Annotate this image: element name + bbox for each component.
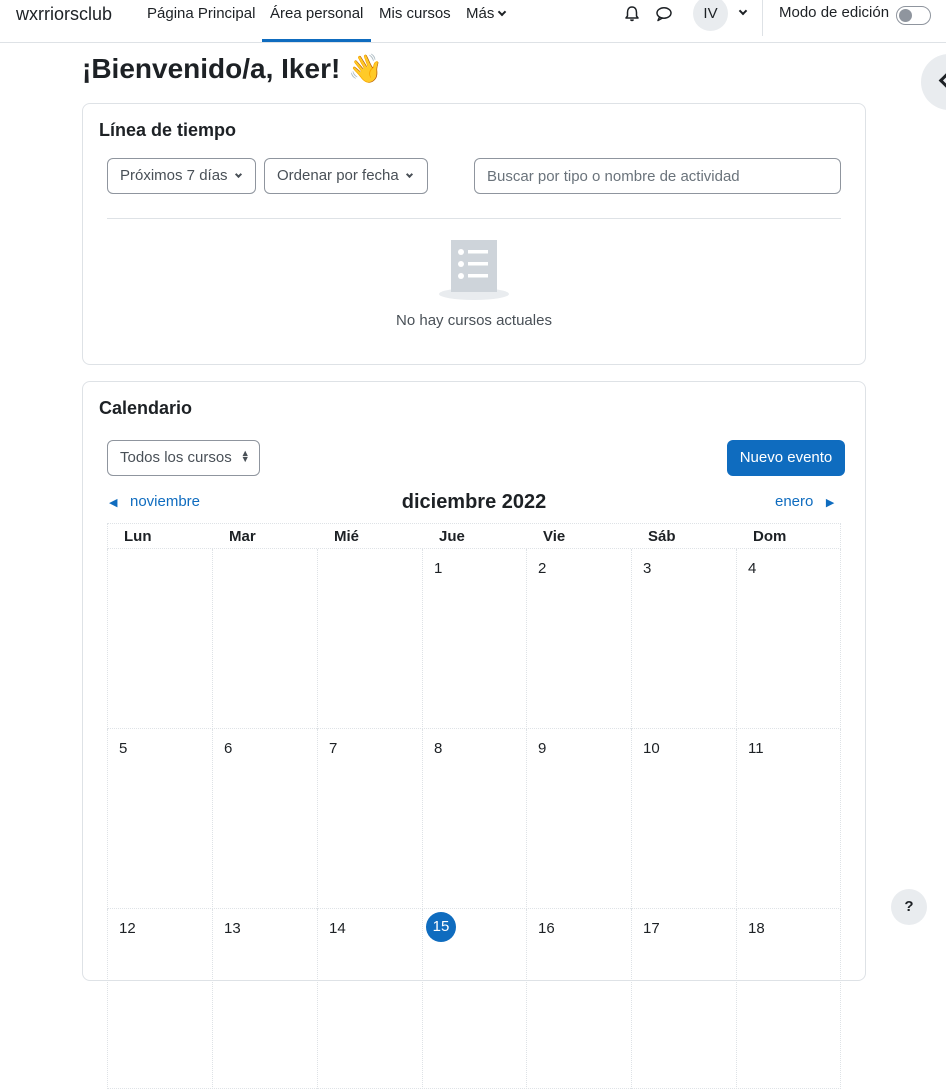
calendar-week-row: 1 2 3 4 <box>107 549 841 729</box>
calendar-day-cell[interactable]: 4 <box>736 549 841 729</box>
calendar-day-cell[interactable]: 17 <box>631 909 736 1089</box>
calendar-day-cell[interactable]: 1 <box>422 549 526 729</box>
chevron-down-icon[interactable] <box>738 6 748 16</box>
chevron-left-icon <box>938 72 946 89</box>
nav-item-my-courses[interactable]: Mis cursos <box>379 5 451 22</box>
day-number: 13 <box>224 920 241 937</box>
weekday-header: Jue <box>439 528 465 545</box>
open-drawer-button[interactable] <box>921 54 946 110</box>
calendar-day-cell[interactable]: 3 <box>631 549 736 729</box>
empty-state-message: No hay cursos actuales <box>396 312 552 329</box>
calendar-course-filter[interactable]: Todos los cursos ▲ ▼ <box>107 440 260 476</box>
top-navbar: wxrriorsclub Página Principal Área perso… <box>0 0 946 43</box>
calendar-day-cell[interactable]: 14 <box>317 909 422 1089</box>
calendar-day-cell[interactable] <box>107 549 212 729</box>
caret-right-icon: ▶ <box>825 497 835 509</box>
day-number: 9 <box>538 740 547 757</box>
day-number: 8 <box>434 740 443 757</box>
day-number: 18 <box>748 920 765 937</box>
timeline-search-input[interactable] <box>474 158 841 194</box>
nav-item-more-label: Más <box>466 5 495 22</box>
timeline-block: Línea de tiempo Próximos 7 días Ordenar … <box>82 103 866 365</box>
timeline-sort-label: Ordenar por fecha <box>277 167 399 184</box>
nav-item-dashboard[interactable]: Área personal <box>270 5 363 22</box>
chevron-down-icon <box>405 170 413 179</box>
edit-mode-label: Modo de edición <box>779 4 890 21</box>
calendar-day-cell[interactable]: 7 <box>317 729 422 909</box>
site-brand[interactable]: wxrriorsclub <box>16 4 112 25</box>
weekday-header: Sáb <box>648 528 676 545</box>
help-button[interactable]: ? <box>891 889 927 925</box>
empty-list-icon <box>439 240 509 300</box>
nav-item-more[interactable]: Más <box>466 5 507 22</box>
month-title: diciembre 2022 <box>401 491 547 513</box>
day-number: 3 <box>643 560 652 577</box>
calendar-day-cell[interactable]: 11 <box>736 729 841 909</box>
edit-mode-toggle[interactable] <box>896 6 931 25</box>
calendar-day-cell[interactable]: 12 <box>107 909 212 1089</box>
day-number: 4 <box>748 560 757 577</box>
calendar-day-cell[interactable]: 8 <box>422 729 526 909</box>
calendar-day-cell[interactable]: 9 <box>526 729 631 909</box>
timeline-sort-select[interactable]: Ordenar por fecha <box>264 158 428 194</box>
day-number: 2 <box>538 560 547 577</box>
divider <box>107 218 841 219</box>
calendar-day-cell[interactable] <box>212 549 317 729</box>
calendar-day-cell[interactable] <box>317 549 422 729</box>
calendar-day-cell[interactable]: 10 <box>631 729 736 909</box>
calendar-day-cell[interactable]: 6 <box>212 729 317 909</box>
calendar-course-filter-label: Todos los cursos <box>120 449 232 466</box>
sort-arrows-icon: ▲ ▼ <box>240 448 250 465</box>
calendar-weekday-header: Lun Mar Mié Jue Vie Sáb Dom <box>107 523 841 549</box>
day-number: 16 <box>538 920 555 937</box>
user-avatar[interactable]: IV <box>693 0 728 31</box>
weekday-header: Mié <box>334 528 360 545</box>
calendar-block: Calendario Todos los cursos ▲ ▼ Nuevo even… <box>82 381 866 1089</box>
calendar-day-cell[interactable]: 5 <box>107 729 212 909</box>
day-number: 6 <box>224 740 233 757</box>
day-number: 7 <box>329 740 338 757</box>
day-number: 17 <box>643 920 660 937</box>
calendar-day-cell[interactable]: 16 <box>526 909 631 1089</box>
weekday-header: Lun <box>124 528 152 545</box>
day-number: 10 <box>643 740 660 757</box>
chevron-down-icon <box>498 7 507 17</box>
new-event-button[interactable]: Nuevo evento <box>727 440 845 476</box>
calendar-day-cell[interactable]: 13 <box>212 909 317 1089</box>
toggle-knob <box>899 9 912 22</box>
day-number: 5 <box>119 740 128 757</box>
weekday-header: Dom <box>753 528 787 545</box>
calendar-week-row: 5 6 7 8 9 10 11 <box>107 729 841 909</box>
calendar-week-row: 12 13 14 15 16 17 18 <box>107 909 841 1089</box>
today-badge: 15 <box>426 912 456 942</box>
chevron-down-icon <box>234 170 242 179</box>
nav-divider <box>762 0 763 36</box>
bell-icon[interactable] <box>623 5 641 23</box>
page-title: ¡Bienvenido/a, Iker! 👋 <box>82 53 383 84</box>
active-tab-indicator <box>262 39 371 42</box>
weekday-header: Mar <box>229 528 256 545</box>
calendar-day-cell-today[interactable]: 15 <box>422 909 526 1089</box>
day-number: 12 <box>119 920 136 937</box>
next-month-link[interactable]: enero ▶ <box>775 493 834 510</box>
weekday-header: Vie <box>543 528 566 545</box>
calendar-title: Calendario <box>99 398 193 418</box>
nav-item-home[interactable]: Página Principal <box>147 5 255 22</box>
calendar-day-cell[interactable]: 18 <box>736 909 841 1089</box>
day-number: 14 <box>329 920 346 937</box>
timeline-day-filter-label: Próximos 7 días <box>120 167 228 184</box>
chat-icon[interactable] <box>655 5 673 23</box>
timeline-title: Línea de tiempo <box>99 120 237 140</box>
calendar-day-cell[interactable]: 2 <box>526 549 631 729</box>
timeline-day-filter[interactable]: Próximos 7 días <box>107 158 256 194</box>
day-number: 1 <box>434 560 443 577</box>
day-number: 11 <box>748 740 764 757</box>
next-month-label: enero <box>775 493 814 510</box>
